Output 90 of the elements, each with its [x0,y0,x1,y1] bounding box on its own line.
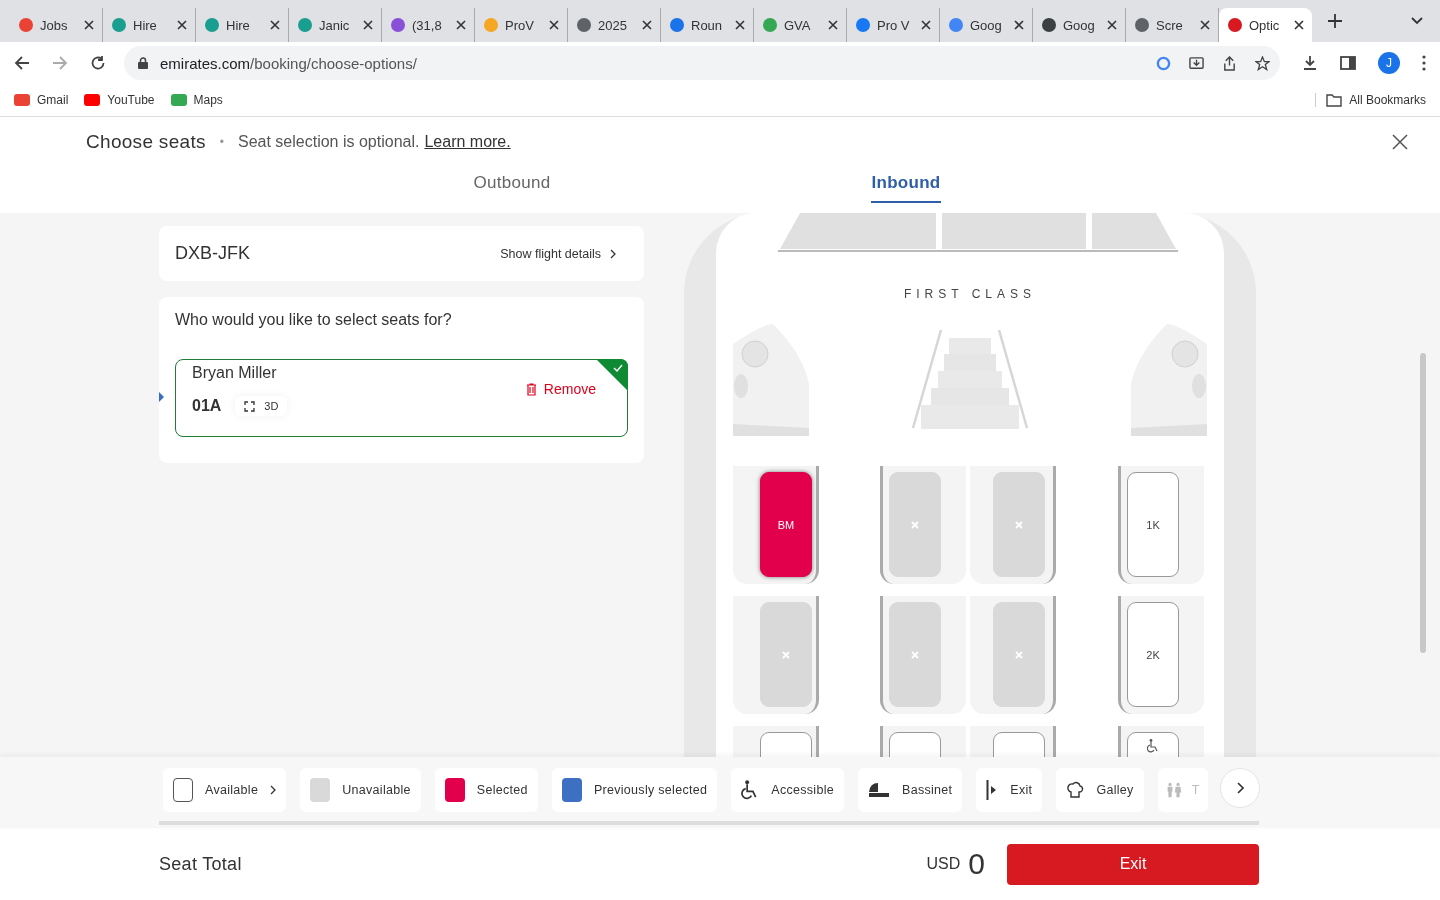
flight-details-link[interactable]: Show flight details [494,245,622,262]
currency-label: USD [926,855,961,873]
bookmark-favicon-icon [84,94,101,106]
legend-item: T [1157,768,1208,812]
separator-dot: • [219,135,224,149]
view-3d-button[interactable]: 3D [235,396,288,416]
url-text: emirates.com/booking/choose-options/ [160,54,417,72]
cabin-class-label: FIRST CLASS [903,287,1037,301]
close-icon[interactable] [735,20,745,30]
remove-button[interactable]: Remove [519,380,602,398]
route-label: DXB-JFK [175,243,251,264]
back-icon[interactable] [14,55,30,71]
profile-avatar[interactable]: J [1378,52,1400,74]
legend-item: Galley [1056,768,1144,812]
previous-swatch [561,778,582,802]
flight-tab[interactable]: Outbound [473,167,551,203]
close-icon[interactable] [828,20,838,30]
close-icon[interactable] [363,20,373,30]
seat-total-label: Seat Total [159,853,242,875]
bookmark-link[interactable]: Gmail [14,93,69,107]
bookmark-favicon-icon [170,94,187,106]
seat-number: 01A [192,397,222,415]
install-icon[interactable] [1189,55,1204,71]
x-icon [1015,520,1023,529]
page-title: Choose seats [86,131,206,153]
trash-icon [525,382,537,396]
star-icon[interactable] [1255,55,1270,71]
pointer-icon [159,392,164,402]
address-bar[interactable]: emirates.com/booking/choose-options/ [124,46,1280,80]
legend-item: Selected [434,768,538,812]
close-icon[interactable] [549,20,559,30]
legend-item: Unavailable [300,768,421,812]
all-bookmarks-button[interactable]: All Bookmarks [1315,93,1426,107]
legend-item: Available [163,768,287,812]
learn-more-link[interactable]: Learn more. [424,133,511,151]
total-amount: 0 [968,847,985,881]
chef-hat-icon [1066,781,1085,799]
x-icon [911,520,919,529]
close-icon[interactable] [1294,20,1304,30]
optional-note: Seat selection is optional. [238,133,420,151]
check-corner-icon [596,359,628,391]
chevron-right-icon [1236,782,1244,794]
chevron-right-icon [610,248,616,259]
bookmark-favicon-icon [14,94,30,106]
seat[interactable]: BM [760,472,812,577]
legend-item: Bassinet [858,768,963,812]
close-icon[interactable] [642,20,652,30]
close-icon[interactable] [1107,20,1117,30]
available-swatch [173,778,193,802]
toilet-icon [1165,781,1182,799]
side-panel-icon[interactable] [1340,55,1356,71]
unavailable-swatch [310,778,331,802]
bassinet-icon [868,782,890,798]
chevron-right-icon [270,785,277,795]
browser-tab[interactable]: Optic [1219,8,1312,42]
bookmark-link[interactable]: YouTube [84,93,155,107]
share-icon[interactable] [1222,55,1237,71]
close-icon[interactable] [270,20,280,30]
close-icon[interactable] [84,20,94,30]
menu-icon[interactable] [1422,55,1426,71]
x-icon [911,650,919,659]
close-icon[interactable] [177,20,187,30]
legend-item: Previously selected [551,768,718,812]
x-icon [782,650,790,659]
close-icon[interactable] [1392,134,1408,150]
bookmark-link[interactable]: Maps [170,93,223,107]
chevron-down-icon[interactable] [1411,17,1423,25]
legend-item: Exit [976,768,1043,812]
seat[interactable]: 2K [1127,602,1179,707]
close-icon[interactable] [1200,20,1210,30]
selected-swatch [444,778,465,802]
lock-icon [138,57,148,69]
x-icon [1015,650,1023,659]
close-icon[interactable] [921,20,931,30]
flight-tab[interactable]: Inbound [871,167,941,203]
passenger-name: Bryan Miller [192,364,278,382]
close-icon[interactable] [456,20,466,30]
download-icon[interactable] [1302,55,1318,71]
expand-icon [244,400,256,412]
passenger-question: Who would you like to select seats for? [175,311,453,329]
passenger-card[interactable]: Bryan Miller 01A 3D Remove [175,359,628,437]
scrollbar[interactable] [1420,353,1426,653]
close-icon[interactable] [1014,20,1024,30]
new-tab-icon[interactable] [1328,14,1342,28]
legend-item: Accessible [731,768,844,812]
reload-icon[interactable] [90,55,106,71]
folder-icon [1326,93,1343,107]
wheelchair-icon [1147,739,1159,753]
seat[interactable]: 1K [1127,472,1179,577]
exit-button[interactable]: Exit [1007,843,1259,885]
